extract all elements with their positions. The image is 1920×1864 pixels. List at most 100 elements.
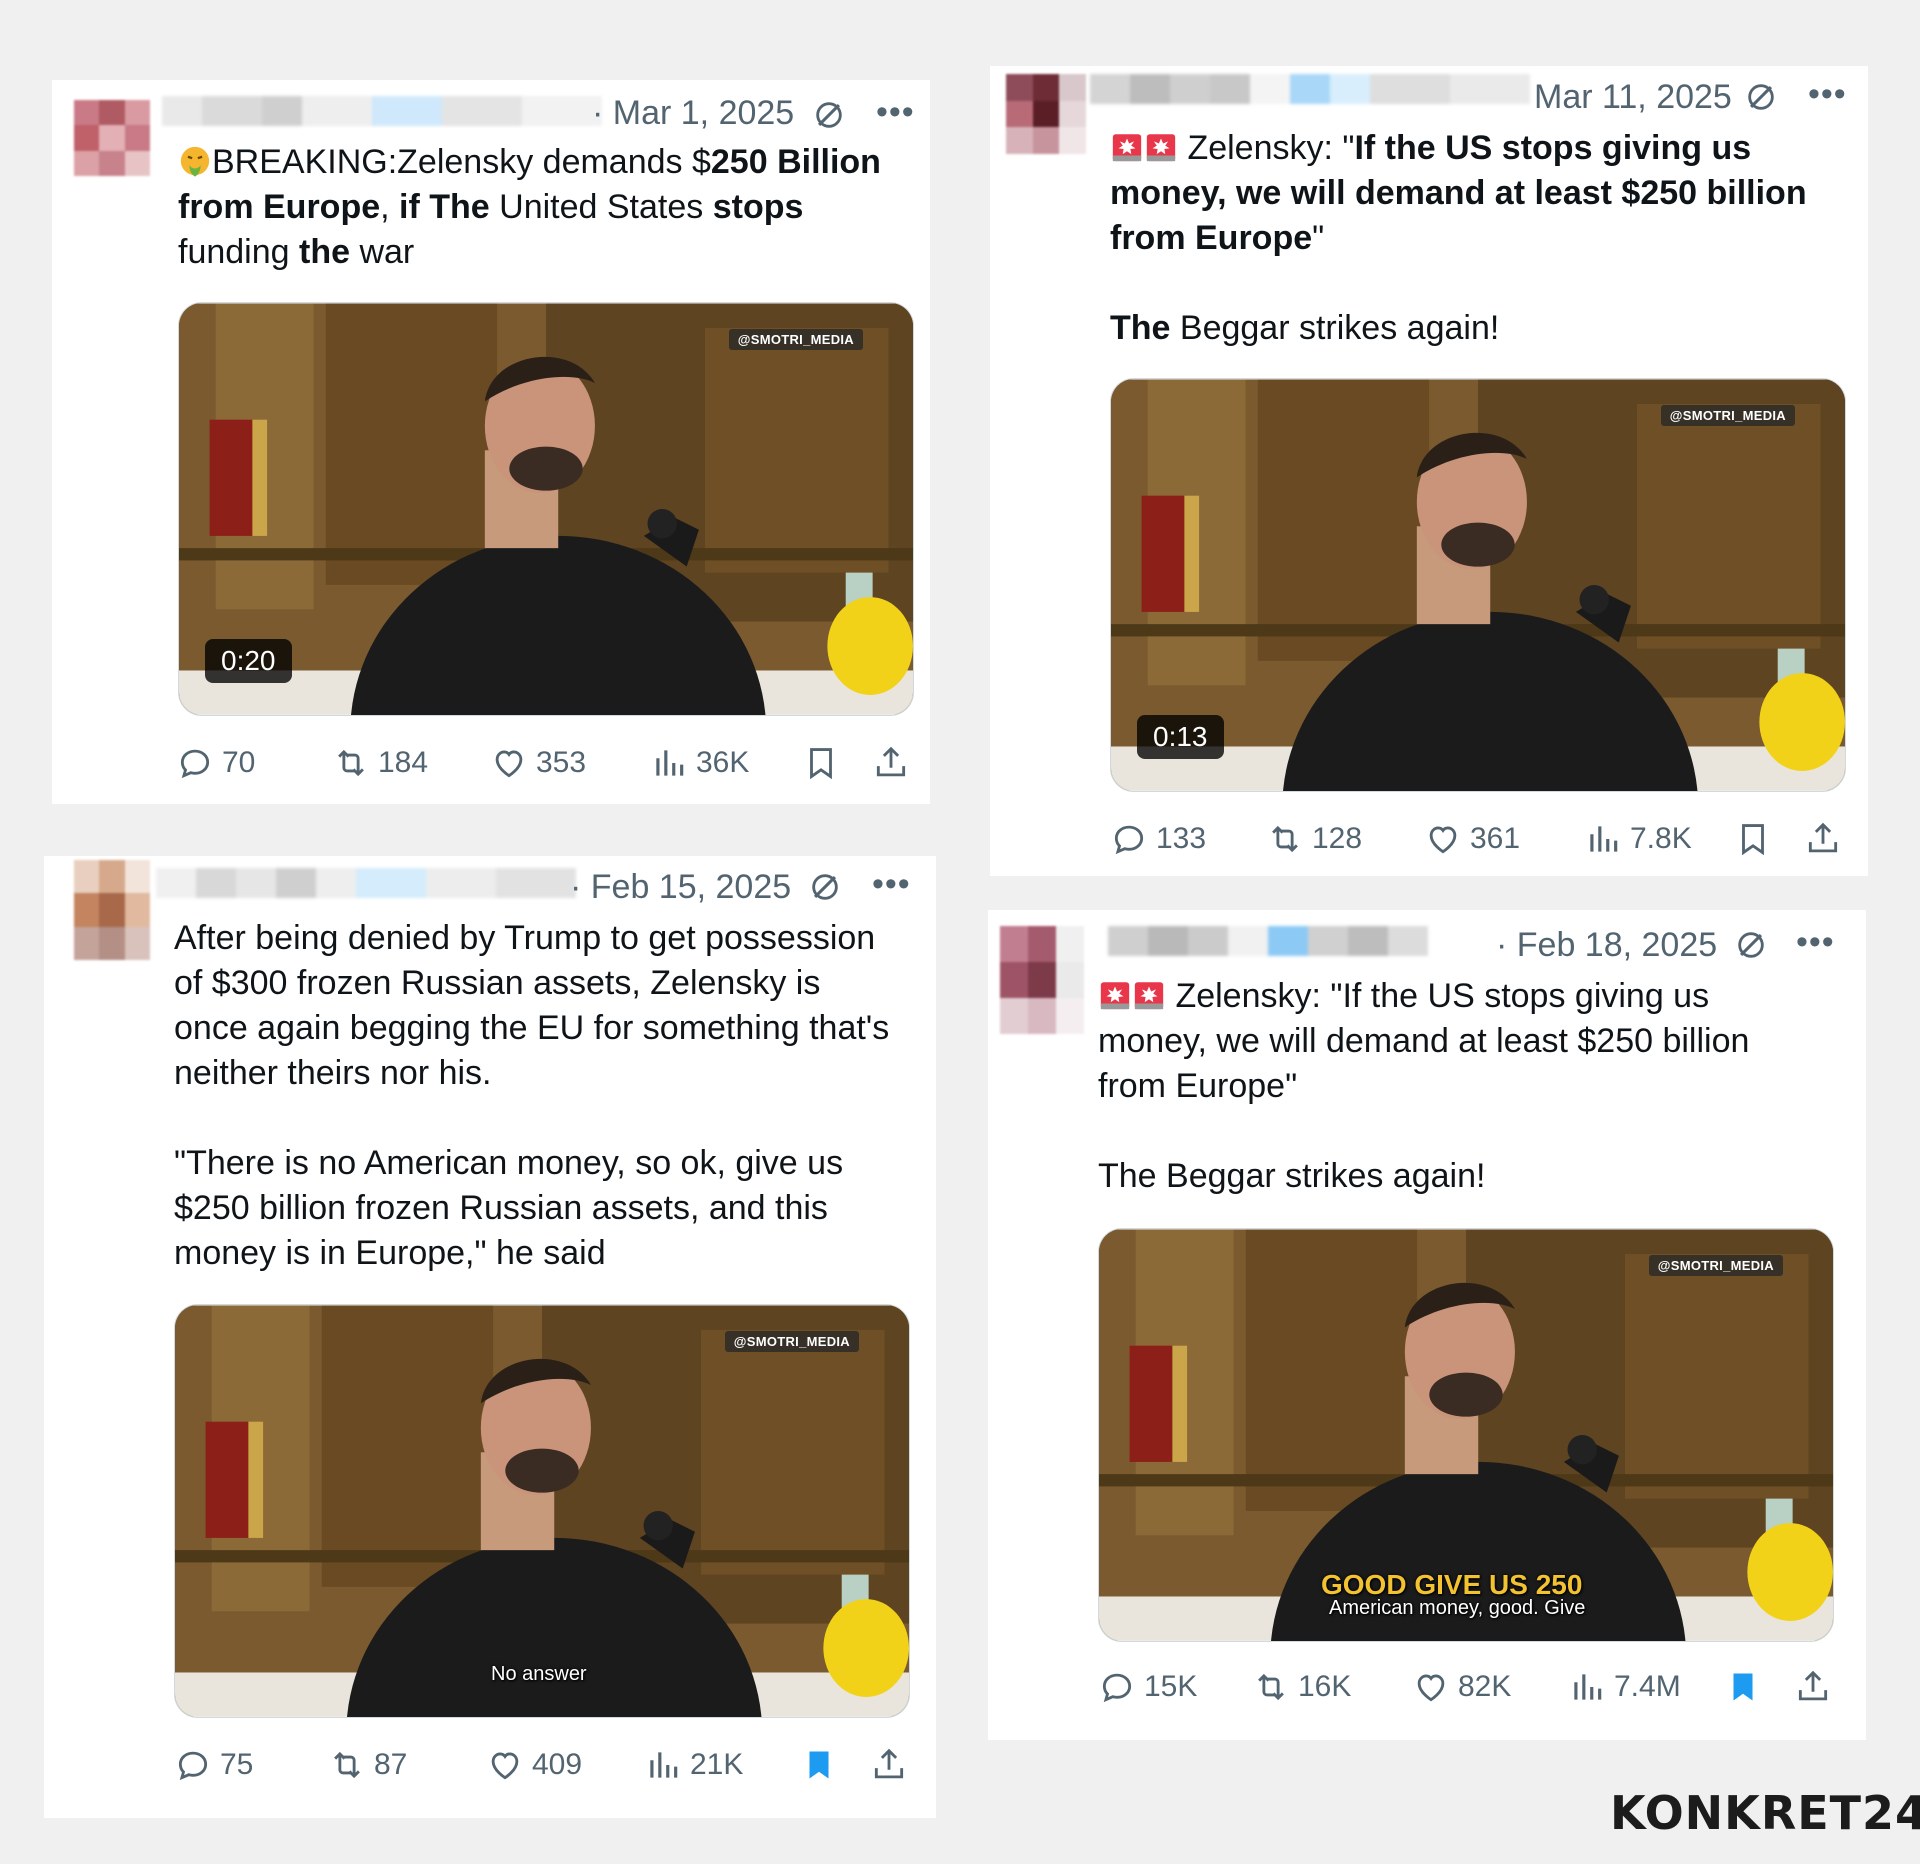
grok-icon[interactable] xyxy=(808,870,842,904)
reply-button[interactable]: 133 xyxy=(1110,820,1206,858)
repost-icon xyxy=(328,1746,366,1784)
bookmark-button[interactable] xyxy=(1724,1668,1762,1706)
bookmark-filled-icon xyxy=(1724,1668,1762,1706)
views-icon xyxy=(1568,1668,1606,1706)
like-icon xyxy=(1424,820,1462,858)
grok-icon[interactable] xyxy=(812,98,846,132)
siren-emoji-icon xyxy=(1132,978,1166,1012)
repost-icon xyxy=(1266,820,1304,858)
reply-button[interactable]: 75 xyxy=(174,1746,253,1784)
watermark: @SMOTRI_MEDIA xyxy=(1648,1255,1783,1276)
watermark: @SMOTRI_MEDIA xyxy=(1660,405,1795,426)
siren-emoji-icon xyxy=(1144,130,1178,164)
post-card[interactable]: · Feb 15, 2025 ••• After being denied by… xyxy=(44,856,936,1818)
views-icon xyxy=(1584,820,1622,858)
grok-icon[interactable] xyxy=(1744,80,1778,114)
video-player[interactable]: @SMOTRI_MEDIA GOOD GIVE US 250 American … xyxy=(1098,1228,1834,1642)
reply-button[interactable]: 70 xyxy=(176,744,255,782)
like-icon xyxy=(1412,1668,1450,1706)
share-button[interactable] xyxy=(1804,820,1842,858)
repost-button[interactable]: 16K xyxy=(1252,1668,1351,1706)
avatar[interactable] xyxy=(74,100,150,176)
like-icon xyxy=(490,744,528,782)
video-duration: 0:13 xyxy=(1137,715,1224,759)
more-options-icon[interactable]: ••• xyxy=(876,95,915,129)
share-icon xyxy=(1794,1668,1832,1706)
post-text: BREAKING:Zelensky demands $250 Billion f… xyxy=(178,143,881,271)
views-icon xyxy=(650,744,688,782)
action-bar: 133 128 361 7.8K xyxy=(990,820,1868,870)
like-button[interactable]: 82K xyxy=(1412,1668,1511,1706)
konkret24-logo: KONKRET24 xyxy=(1610,1786,1920,1840)
views-button[interactable]: 21K xyxy=(644,1746,743,1784)
post-text: Zelensky: "If the US stops giving us mon… xyxy=(1098,977,1750,1195)
bookmark-icon xyxy=(1734,820,1772,858)
video-duration: 0:20 xyxy=(205,639,292,683)
share-button[interactable] xyxy=(870,1746,908,1784)
more-options-icon[interactable]: ••• xyxy=(872,867,911,901)
video-thumbnail xyxy=(175,1305,909,1717)
views-button[interactable]: 7.8K xyxy=(1584,820,1692,858)
repost-icon xyxy=(332,744,370,782)
more-options-icon[interactable]: ••• xyxy=(1808,77,1847,111)
post-date[interactable]: · Mar 1, 2025 xyxy=(592,94,794,133)
like-button[interactable]: 361 xyxy=(1424,820,1520,858)
author-name-redacted[interactable] xyxy=(162,96,602,126)
action-bar: 75 87 409 21K xyxy=(44,1746,936,1796)
grok-icon[interactable] xyxy=(1734,928,1768,962)
post-text: Zelensky: "If the US stops giving us mon… xyxy=(1110,129,1807,347)
siren-emoji-icon xyxy=(1098,978,1132,1012)
post-date[interactable]: · Feb 15, 2025 xyxy=(570,868,791,907)
avatar[interactable] xyxy=(1006,74,1086,154)
video-caption: American money, good. Give xyxy=(1329,1597,1586,1619)
vomiting-face-emoji-icon xyxy=(178,144,212,178)
video-player[interactable]: @SMOTRI_MEDIA 0:13 xyxy=(1110,378,1846,792)
watermark: @SMOTRI_MEDIA xyxy=(728,329,863,350)
like-button[interactable]: 353 xyxy=(490,744,586,782)
video-player[interactable]: @SMOTRI_MEDIA No answer xyxy=(174,1304,910,1718)
share-icon xyxy=(870,1746,908,1784)
reply-icon xyxy=(1098,1668,1136,1706)
reply-icon xyxy=(1110,820,1148,858)
bookmark-button[interactable] xyxy=(802,744,840,782)
more-options-icon[interactable]: ••• xyxy=(1796,925,1835,959)
post-card[interactable]: · Feb 18, 2025 ••• Zelensky: "If the US … xyxy=(988,910,1866,1740)
share-button[interactable] xyxy=(872,744,910,782)
author-name-redacted[interactable] xyxy=(1108,926,1488,956)
views-icon xyxy=(644,1746,682,1784)
author-name-redacted[interactable] xyxy=(1090,74,1530,104)
reply-button[interactable]: 15K xyxy=(1098,1668,1197,1706)
share-icon xyxy=(872,744,910,782)
avatar[interactable] xyxy=(74,860,150,960)
views-button[interactable]: 36K xyxy=(650,744,749,782)
repost-button[interactable]: 184 xyxy=(332,744,428,782)
reply-icon xyxy=(176,744,214,782)
video-caption: No answer xyxy=(491,1663,587,1685)
reply-icon xyxy=(174,1746,212,1784)
repost-button[interactable]: 128 xyxy=(1266,820,1362,858)
share-button[interactable] xyxy=(1794,1668,1832,1706)
avatar[interactable] xyxy=(1000,926,1084,1034)
post-date[interactable]: · Feb 18, 2025 xyxy=(1496,926,1717,965)
video-player[interactable]: @SMOTRI_MEDIA 0:20 xyxy=(178,302,914,716)
post-card[interactable]: · Mar 1, 2025 ••• BREAKING:Zelensky dema… xyxy=(52,80,930,804)
bookmark-button[interactable] xyxy=(1734,820,1772,858)
like-icon xyxy=(486,1746,524,1784)
bookmark-filled-icon xyxy=(800,1746,838,1784)
post-date[interactable]: Mar 11, 2025 xyxy=(1534,78,1732,117)
repost-icon xyxy=(1252,1668,1290,1706)
repost-button[interactable]: 87 xyxy=(328,1746,407,1784)
post-header: · Feb 18, 2025 ••• xyxy=(988,910,1866,1034)
siren-emoji-icon xyxy=(1110,130,1144,164)
action-bar: 70 184 353 36K xyxy=(52,744,930,794)
like-button[interactable]: 409 xyxy=(486,1746,582,1784)
post-text: After being denied by Trump to get posse… xyxy=(174,919,890,1272)
action-bar: 15K 16K 82K 7.4M xyxy=(988,1668,1866,1718)
author-name-redacted[interactable] xyxy=(156,868,596,898)
share-icon xyxy=(1804,820,1842,858)
watermark: @SMOTRI_MEDIA xyxy=(724,1331,859,1352)
post-card[interactable]: Mar 11, 2025 ••• Zelensky: "If the US st… xyxy=(990,66,1868,876)
bookmark-button[interactable] xyxy=(800,1746,838,1784)
views-button[interactable]: 7.4M xyxy=(1568,1668,1681,1706)
bookmark-icon xyxy=(802,744,840,782)
